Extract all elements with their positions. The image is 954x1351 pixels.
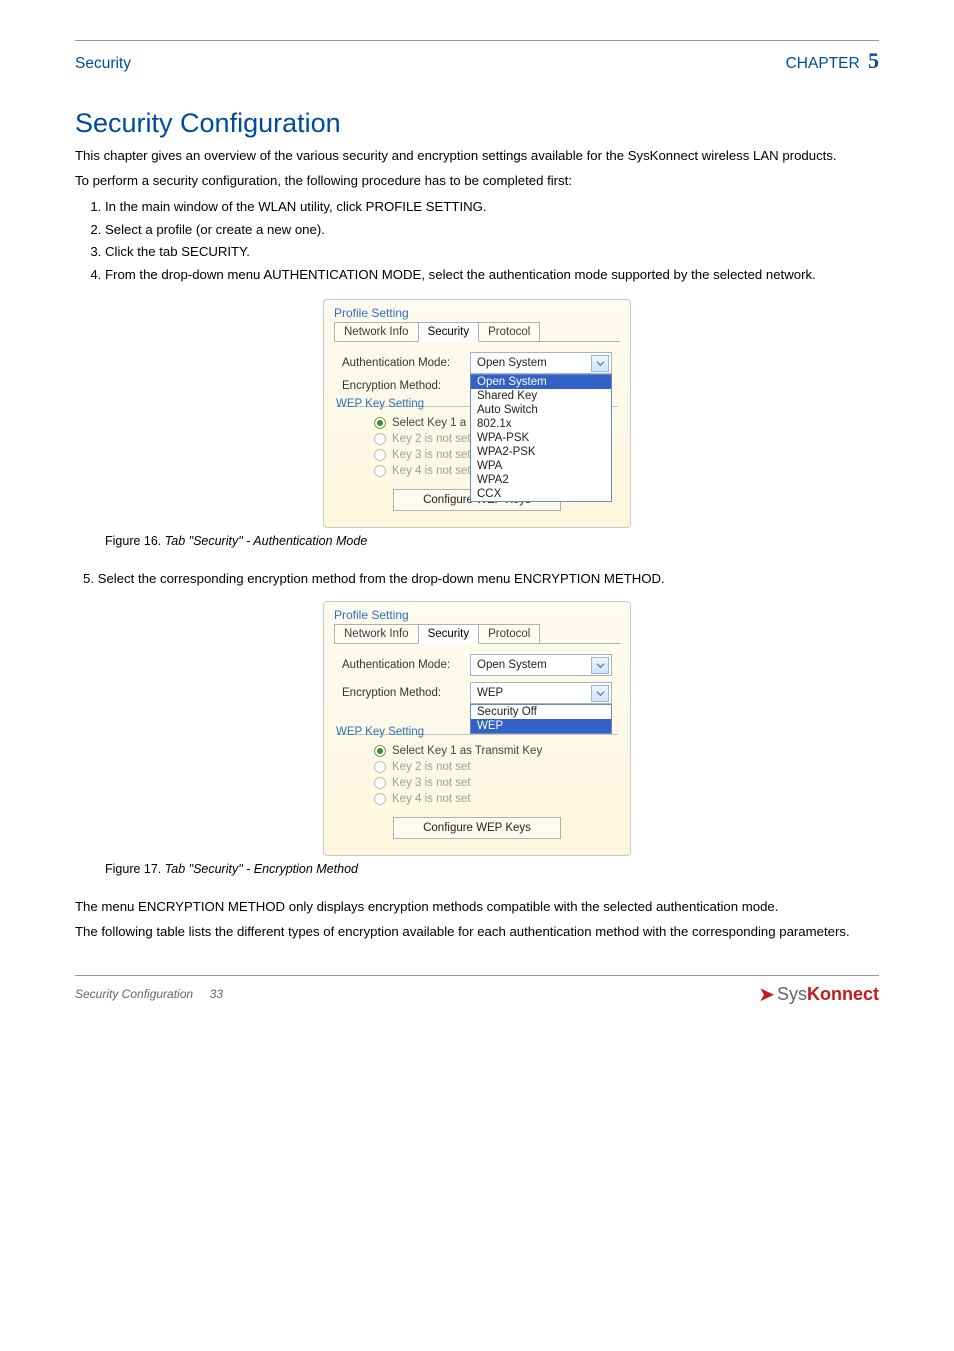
auth-mode-value: Open System (477, 357, 547, 369)
wep-legend: WEP Key Setting (336, 398, 428, 410)
intro-paragraph: This chapter gives an overview of the va… (75, 147, 879, 164)
profile-setting-dialog-fig17: Profile Setting Network Info Security Pr… (323, 601, 631, 856)
enc-method-label: Encryption Method: (342, 687, 470, 699)
wep-key2-label: Key 2 is not set (392, 761, 471, 773)
step-item: From the drop-down menu AUTHENTICATION M… (105, 265, 879, 285)
auth-option[interactable]: 802.1x (471, 417, 611, 431)
enc-option[interactable]: WEP (471, 719, 611, 733)
enc-method-dropdown[interactable]: Security Off WEP (470, 704, 612, 734)
auth-option[interactable]: WPA (471, 459, 611, 473)
fieldset-legend: Profile Setting (334, 306, 630, 320)
wep-legend: WEP Key Setting (336, 726, 428, 738)
step-item: Select a profile (or create a new one). (105, 220, 879, 240)
enc-method-label: Encryption Method: (342, 380, 470, 392)
step-item: In the main window of the WLAN utility, … (105, 197, 879, 217)
wep-key2-label: Key 2 is not set (392, 433, 471, 445)
enc-method-select[interactable]: WEP Security Off WEP (470, 682, 612, 704)
chevron-down-icon (591, 685, 609, 702)
configure-wep-keys-button[interactable]: Configure WEP Keys (393, 817, 561, 839)
auth-mode-select[interactable]: Open System Open System Shared Key Auto … (470, 352, 612, 374)
figure-title: Tab "Security" - Encryption Method (165, 862, 358, 876)
tab-network-info[interactable]: Network Info (334, 624, 419, 643)
wep-key4-label: Key 4 is not set (392, 465, 471, 477)
step-list: In the main window of the WLAN utility, … (75, 197, 879, 285)
fieldset-legend: Profile Setting (334, 608, 630, 622)
step-5: 5. Select the corresponding encryption m… (75, 570, 879, 587)
page-number: 33 (210, 987, 223, 1001)
profile-setting-dialog-fig16: Profile Setting Network Info Security Pr… (323, 299, 631, 528)
after-para-2: The following table lists the different … (75, 923, 879, 940)
figure-title: Tab "Security" - Authentication Mode (165, 534, 368, 548)
wep-key4-label: Key 4 is not set (392, 793, 471, 805)
page-header: Security CHAPTER 5 (75, 48, 879, 74)
auth-option[interactable]: WPA2 (471, 473, 611, 487)
wep-key2-radio: Key 2 is not set (374, 761, 618, 773)
tab-security[interactable]: Security (418, 624, 480, 644)
figure-number: Figure 16. (105, 534, 161, 548)
after-para-1: The menu ENCRYPTION METHOD only displays… (75, 898, 879, 915)
wep-key1-label: Select Key 1 a (392, 417, 466, 429)
chevron-down-icon (591, 657, 609, 674)
logo-text-sys: Sys (777, 984, 807, 1005)
section-title: Security Configuration (75, 108, 879, 139)
header-left: Security (75, 55, 131, 73)
prereq-paragraph: To perform a security configuration, the… (75, 172, 879, 189)
page-footer: Security Configuration 33 ➤ SysKonnect (75, 982, 879, 1007)
auth-option[interactable]: WPA-PSK (471, 431, 611, 445)
wep-key3-label: Key 3 is not set (392, 777, 471, 789)
syskonnect-logo: ➤ SysKonnect (758, 982, 879, 1007)
auth-mode-label: Authentication Mode: (342, 659, 470, 671)
enc-option[interactable]: Security Off (471, 705, 611, 719)
auth-mode-label: Authentication Mode: (342, 357, 470, 369)
auth-option[interactable]: Open System (471, 375, 611, 389)
tab-network-info[interactable]: Network Info (334, 322, 419, 341)
logo-text-konnect: Konnect (807, 984, 879, 1005)
figure-number: Figure 17. (105, 862, 161, 876)
tab-protocol[interactable]: Protocol (478, 322, 540, 341)
tab-security[interactable]: Security (418, 322, 480, 342)
step-item: Click the tab SECURITY. (105, 242, 879, 262)
auth-mode-dropdown[interactable]: Open System Shared Key Auto Switch 802.1… (470, 374, 612, 502)
auth-mode-select[interactable]: Open System (470, 654, 612, 676)
wep-key3-label: Key 3 is not set (392, 449, 471, 461)
chapter-number: 5 (868, 48, 879, 73)
logo-swoosh-icon: ➤ (758, 982, 775, 1007)
footer-section: Security Configuration (75, 987, 193, 1001)
wep-key3-radio: Key 3 is not set (374, 777, 618, 789)
auth-option[interactable]: Auto Switch (471, 403, 611, 417)
auth-mode-value: Open System (477, 659, 547, 671)
auth-option[interactable]: Shared Key (471, 389, 611, 403)
wep-key1-radio[interactable]: Select Key 1 as Transmit Key (374, 745, 618, 757)
auth-option[interactable]: WPA2-PSK (471, 445, 611, 459)
auth-option[interactable]: CCX (471, 487, 611, 501)
wep-key1-label: Select Key 1 as Transmit Key (392, 745, 542, 757)
chevron-down-icon (591, 355, 609, 372)
chapter-label: CHAPTER (786, 55, 860, 72)
enc-method-value: WEP (477, 687, 503, 699)
wep-key4-radio: Key 4 is not set (374, 793, 618, 805)
tab-protocol[interactable]: Protocol (478, 624, 540, 643)
